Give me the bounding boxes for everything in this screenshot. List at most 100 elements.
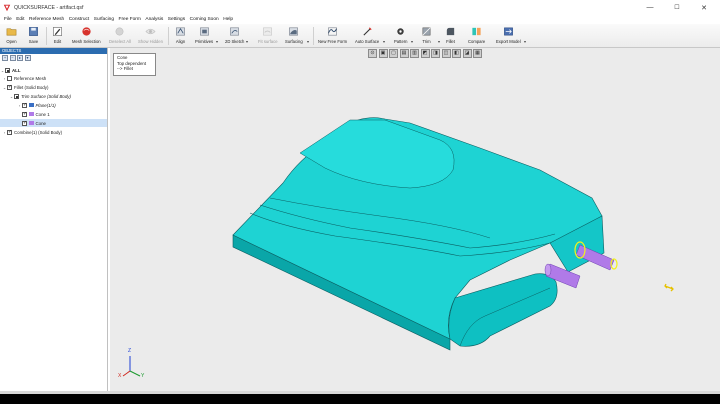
3d-viewport[interactable]: ⊙ ▣ ▢ ▤ ▥ ◩ ◨ ◫ ◧ ◪ ▦ Cone Top dependent… — [110, 48, 720, 391]
trim-button[interactable]: Trim — [421, 26, 432, 47]
menu-reference-mesh[interactable]: Reference Mesh — [29, 17, 64, 22]
menu-analysis[interactable]: Analysis — [145, 17, 163, 22]
primitives-dropdown-arrow[interactable]: ▾ — [216, 39, 218, 44]
objects-panel: OBJECTS + − ▸ ▾ ⌄ ALL › Reference Mesh ⌄… — [0, 48, 108, 391]
menu-construct[interactable]: Construct — [69, 17, 90, 22]
expand-all-icon[interactable]: + — [2, 55, 8, 61]
minimize-button[interactable]: — — [640, 0, 660, 15]
window-title: QUICKSURFACE - artifact.qsf — [14, 4, 84, 11]
save-button[interactable]: Save — [28, 26, 39, 47]
tree-item-label: Cone 1 — [35, 111, 50, 117]
axis-y-label: Y — [141, 373, 145, 379]
tree-item-label: ALL — [12, 67, 21, 73]
trim-icon — [422, 27, 431, 36]
deselect-all-icon — [115, 27, 124, 36]
move-up-icon[interactable]: ▸ — [17, 55, 23, 61]
visibility-checkbox[interactable] — [22, 120, 27, 126]
surfacing-button[interactable]: Surfacing — [285, 26, 303, 47]
folder-open-icon — [6, 28, 17, 36]
edit-pencil-icon — [53, 27, 62, 36]
mesh-selection-icon — [82, 27, 91, 36]
menu-settings[interactable]: Settings — [168, 17, 185, 22]
deselect-all-button[interactable]: Deselect All — [109, 26, 131, 47]
surfacing-icon — [289, 27, 299, 36]
export-model-button[interactable]: Export Model — [496, 26, 521, 47]
show-hidden-button[interactable]: Show Hidden — [138, 26, 163, 47]
collapse-all-icon[interactable]: − — [9, 55, 16, 61]
cone-icon — [29, 111, 34, 117]
tree-item-label: Plane(1/1) — [35, 102, 56, 108]
free-form-icon — [327, 27, 338, 36]
sketch-icon — [230, 27, 240, 36]
primitives-button[interactable]: Primitives — [195, 26, 213, 47]
surfacing-dropdown-arrow[interactable]: ▾ — [307, 39, 309, 44]
menu-free-form[interactable]: Free Form — [119, 17, 141, 22]
edit-button[interactable]: Edit — [52, 26, 63, 47]
axis-z-label: Z — [128, 348, 132, 354]
tree-item-cone-1[interactable]: Cone 1 — [0, 110, 107, 118]
transform-handle-icon[interactable] — [664, 283, 674, 292]
menu-bar: File Edit Reference Mesh Construct Surfa… — [0, 15, 720, 24]
tree-item-label: Cone — [35, 120, 47, 126]
sketch-dropdown-arrow[interactable]: ▾ — [246, 39, 248, 44]
solid-body[interactable] — [232, 117, 605, 351]
mesh-selection-button[interactable]: Mesh Selection — [72, 26, 101, 47]
compare-button[interactable]: Compare — [468, 26, 485, 47]
quicksurface-window: QUICKSURFACE - artifact.qsf — ☐ ✕ File E… — [0, 0, 720, 394]
pattern-button[interactable]: Pattern — [394, 26, 408, 47]
tree-item-label: Trim Surface (Solid Body) — [21, 93, 71, 99]
trim-dropdown-arrow[interactable]: ▾ — [438, 39, 440, 44]
tree-item-reference-mesh[interactable]: › Reference Mesh — [0, 74, 107, 82]
fit-surface-button[interactable]: Fit surface — [258, 26, 278, 47]
close-button[interactable]: ✕ — [694, 0, 714, 15]
visibility-checkbox[interactable] — [5, 67, 10, 73]
auto-surface-dropdown-arrow[interactable]: ▾ — [383, 39, 385, 44]
save-icon — [29, 27, 38, 36]
tree-item-combine[interactable]: › Combine(1) (Solid Body) — [0, 128, 107, 136]
visibility-checkbox[interactable] — [7, 129, 12, 135]
objects-panel-toolbar: + − ▸ ▾ — [0, 54, 107, 62]
title-bar: QUICKSURFACE - artifact.qsf — ☐ ✕ — [0, 0, 720, 15]
pattern-gear-icon — [397, 28, 404, 35]
visibility-checkbox[interactable] — [22, 111, 27, 117]
visibility-checkbox[interactable] — [7, 75, 12, 81]
pattern-dropdown-arrow[interactable]: ▾ — [411, 39, 413, 44]
export-dropdown-arrow[interactable]: ▾ — [524, 39, 526, 44]
tree-item-label: Reference Mesh — [14, 75, 47, 81]
align-button[interactable]: Align — [175, 26, 186, 47]
status-bar — [0, 391, 720, 394]
fillet-button[interactable]: Fillet — [445, 26, 456, 47]
toolbar-separator — [168, 27, 169, 45]
menu-coming-soon[interactable]: Coming Soon — [190, 17, 219, 22]
menu-help[interactable]: Help — [223, 17, 233, 22]
toolbar-separator — [46, 27, 47, 45]
primitives-icon — [199, 27, 209, 36]
maximize-button[interactable]: ☐ — [667, 0, 687, 15]
export-icon — [503, 27, 513, 36]
2d-sketch-button[interactable]: 2D Sketch — [225, 26, 244, 47]
tree-item-cone[interactable]: Cone — [0, 119, 107, 127]
auto-surface-icon — [363, 27, 372, 36]
menu-file[interactable]: File — [4, 17, 12, 22]
align-icon — [176, 27, 185, 36]
tree-item-fillet[interactable]: ⌄ Fillet (Solid Body) — [0, 83, 107, 91]
filter-icon[interactable]: ▾ — [24, 55, 31, 61]
compare-icon — [472, 27, 481, 36]
cone-icon — [29, 120, 34, 126]
tree-item-trim-surface[interactable]: ⌄ Trim Surface (Solid Body) — [0, 92, 107, 100]
menu-edit[interactable]: Edit — [16, 17, 24, 22]
visibility-checkbox[interactable] — [14, 93, 19, 99]
model-render — [122, 117, 674, 377]
auto-surface-button[interactable]: Auto Surface — [355, 26, 379, 47]
menu-surfacing[interactable]: Surfacing — [94, 17, 114, 22]
toolbar-separator — [313, 27, 314, 45]
fit-surface-icon — [263, 27, 273, 36]
visibility-checkbox[interactable] — [7, 84, 12, 90]
tree-item-plane[interactable]: › Plane(1/1) — [0, 101, 107, 109]
open-button[interactable]: Open — [6, 26, 17, 47]
new-free-form-button[interactable]: New Free Form — [318, 26, 347, 47]
fillet-icon — [446, 27, 455, 36]
visibility-checkbox[interactable] — [22, 102, 27, 108]
tree-item-all[interactable]: ⌄ ALL — [0, 66, 107, 74]
tree-item-label: Combine(1) (Solid Body) — [14, 129, 63, 135]
